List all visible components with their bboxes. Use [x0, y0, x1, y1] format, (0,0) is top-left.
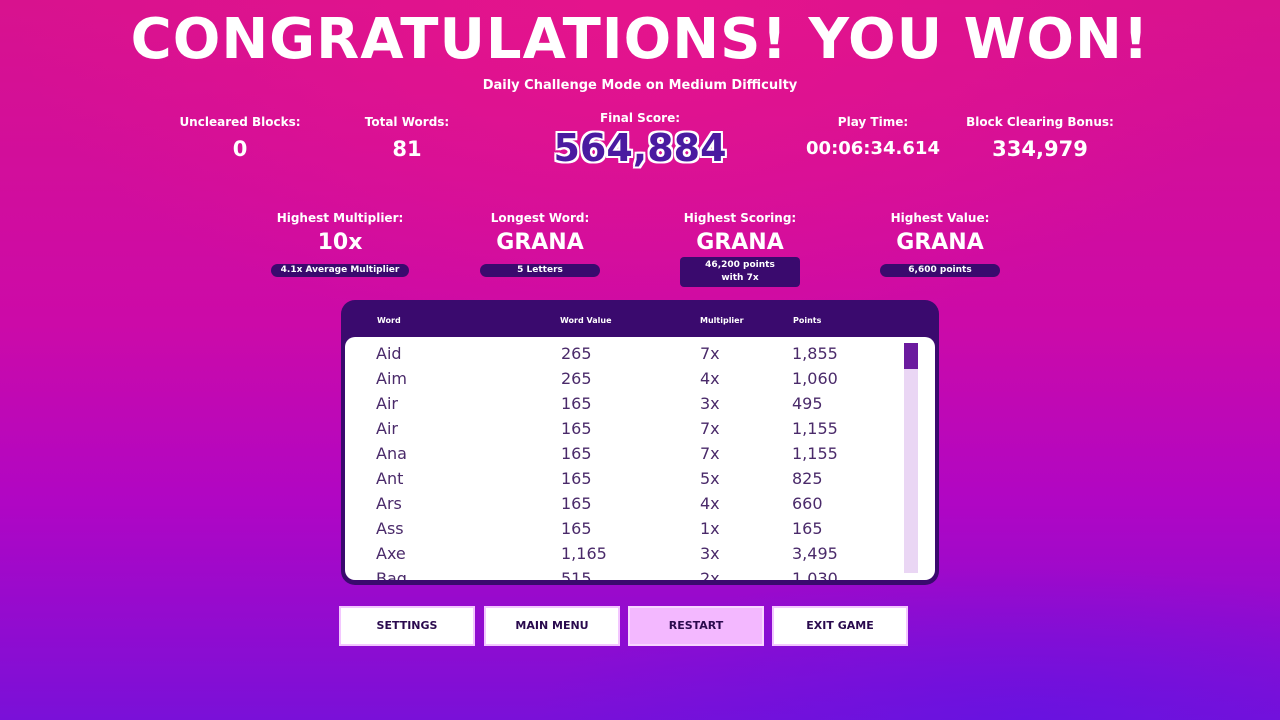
points-cell: 1,155 [792, 419, 838, 438]
points-cell: 1,030 [792, 569, 838, 580]
highest-scoring-points: 46,200 points [705, 260, 775, 270]
header-points: Points [793, 316, 822, 325]
multiplier-cell: 7x [700, 344, 720, 363]
table-row: Axe 1,165 3x 3,495 [345, 542, 905, 567]
word-value-cell: 265 [561, 369, 592, 388]
block-bonus-stat: Block Clearing Bonus: 334,979 [940, 114, 1140, 162]
word-cell: Ana [376, 444, 407, 463]
multiplier-cell: 5x [700, 469, 720, 488]
points-cell: 1,855 [792, 344, 838, 363]
highest-scoring-multiplier: with 7x [721, 273, 759, 283]
final-score-label: Final Score: [599, 111, 681, 125]
table-header: Word Word Value Multiplier Points [341, 300, 939, 338]
block-bonus-value: 334,979 [992, 137, 1088, 161]
main-menu-button[interactable]: MAIN MENU [484, 606, 620, 646]
points-cell: 495 [792, 394, 823, 413]
points-cell: 660 [792, 494, 823, 513]
highest-value-label: Highest Value: [890, 211, 990, 225]
points-cell: 1,060 [792, 369, 838, 388]
table-row: Bag 515 2x 1,030 [345, 567, 905, 580]
multiplier-cell: 3x [700, 544, 720, 563]
word-value-cell: 165 [561, 494, 592, 513]
highest-multiplier-card: Highest Multiplier: 10x 4.1x Average Mul… [240, 210, 440, 277]
multiplier-cell: 7x [700, 444, 720, 463]
mode-subtitle: Daily Challenge Mode on Medium Difficult… [482, 78, 798, 93]
multiplier-cell: 4x [700, 494, 720, 513]
points-cell: 1,155 [792, 444, 838, 463]
restart-button[interactable]: RESTART [628, 606, 764, 646]
word-cell: Aid [376, 344, 402, 363]
multiplier-cell: 4x [700, 369, 720, 388]
multiplier-cell: 1x [700, 519, 720, 538]
word-value-cell: 165 [561, 419, 592, 438]
header-word-value: Word Value [560, 316, 612, 325]
header-multiplier: Multiplier [700, 316, 744, 325]
total-words-label: Total Words: [364, 115, 450, 129]
longest-word-value: GRANA [496, 230, 584, 255]
settings-button[interactable]: SETTINGS [339, 606, 475, 646]
word-value-cell: 1,165 [561, 544, 607, 563]
scrollbar-thumb[interactable] [904, 343, 918, 369]
word-value-cell: 165 [561, 444, 592, 463]
word-value-cell: 165 [561, 394, 592, 413]
word-value-cell: 165 [561, 519, 592, 538]
win-title: CONGRATULATIONS! YOU WON! [130, 7, 1150, 72]
longest-word-card: Longest Word: GRANA 5 Letters [440, 210, 640, 277]
word-list[interactable]: Aid 265 7x 1,855 Aim 265 4x 1,060 Air 165 3x 495 Air… [345, 337, 935, 580]
longest-word-label: Longest Word: [490, 211, 590, 225]
word-cell: Ass [376, 519, 404, 538]
table-row: Ass 165 1x 165 [345, 517, 905, 542]
longest-word-badge: 5 Letters [480, 264, 600, 277]
word-table-panel: Word Word Value Multiplier Points Aid 265… [341, 300, 939, 585]
word-value-cell: 515 [561, 569, 592, 580]
table-row: Ars 165 4x 660 [345, 492, 905, 517]
word-cell: Ant [376, 469, 404, 488]
table-row: Aim 265 4x 1,060 [345, 367, 905, 392]
highest-scoring-badge: 46,200 points with 7x [680, 257, 800, 287]
highest-multiplier-value: 10x [317, 230, 363, 255]
multiplier-cell: 2x [700, 569, 720, 580]
word-value-cell: 165 [561, 469, 592, 488]
word-cell: Air [376, 419, 398, 438]
highest-scoring-value: GRANA [696, 230, 784, 255]
highest-value-card: Highest Value: GRANA 6,600 points [840, 210, 1040, 277]
word-value-cell: 265 [561, 344, 592, 363]
highest-multiplier-label: Highest Multiplier: [276, 211, 404, 225]
table-row: Air 165 3x 495 [345, 392, 905, 417]
average-multiplier-badge: 4.1x Average Multiplier [270, 264, 410, 277]
table-row: Ant 165 5x 825 [345, 467, 905, 492]
exit-game-button[interactable]: EXIT GAME [772, 606, 908, 646]
multiplier-cell: 7x [700, 419, 720, 438]
word-cell: Ars [376, 494, 402, 513]
points-cell: 825 [792, 469, 823, 488]
scrollbar-track[interactable] [904, 343, 918, 573]
highest-scoring-card: Highest Scoring: GRANA 46,200 points wit… [640, 210, 840, 287]
word-cell: Aim [376, 369, 407, 388]
highest-scoring-label: Highest Scoring: [683, 211, 797, 225]
total-words-stat: Total Words: 81 [307, 114, 507, 162]
points-cell: 165 [792, 519, 823, 538]
points-cell: 3,495 [792, 544, 838, 563]
highest-value-badge: 6,600 points [880, 264, 1000, 277]
table-row: Ana 165 7x 1,155 [345, 442, 905, 467]
multiplier-cell: 3x [700, 394, 720, 413]
total-words-value: 81 [392, 137, 422, 161]
word-cell: Air [376, 394, 398, 413]
word-cell: Axe [376, 544, 406, 563]
block-bonus-label: Block Clearing Bonus: [966, 115, 1114, 129]
final-score-stat: Final Score: 564,884 [540, 110, 740, 170]
highest-value-value: GRANA [896, 230, 984, 255]
header-word: Word [377, 316, 401, 325]
table-row: Air 165 7x 1,155 [345, 417, 905, 442]
table-row: Aid 265 7x 1,855 [345, 342, 905, 367]
word-cell: Bag [376, 569, 407, 580]
final-score-value: 564,884 [553, 126, 727, 170]
